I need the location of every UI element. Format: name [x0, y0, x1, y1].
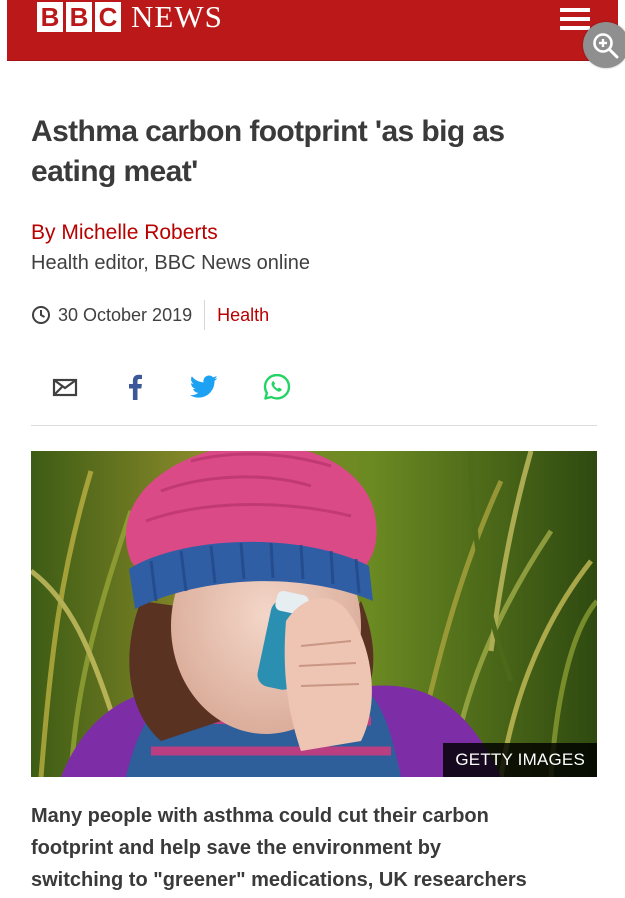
- publish-date: 30 October 2019: [58, 304, 193, 325]
- email-icon: [52, 378, 78, 397]
- logo-block-c: C: [95, 2, 121, 32]
- logo-block-b2: B: [66, 2, 92, 32]
- byline-author: By Michelle Roberts: [31, 221, 218, 244]
- zoom-in-button[interactable]: [583, 22, 625, 68]
- zoom-in-icon: [593, 33, 619, 59]
- share-bar: [50, 372, 292, 402]
- section-divider: [31, 425, 597, 426]
- share-email-button[interactable]: [50, 372, 80, 402]
- meta-divider: [204, 300, 206, 330]
- clock-icon: [32, 306, 50, 324]
- article-hero-image[interactable]: GETTY IMAGES: [31, 451, 597, 777]
- bbc-logo[interactable]: B B C: [37, 2, 121, 32]
- article-headline: Asthma carbon footprint 'as big as eatin…: [31, 115, 505, 188]
- share-facebook-button[interactable]: [120, 372, 150, 402]
- facebook-icon: [129, 374, 142, 400]
- article-meta: 30 October 2019 Health: [31, 300, 269, 330]
- news-wordmark[interactable]: NEWS: [131, 0, 223, 34]
- logo-block-b1: B: [37, 2, 63, 32]
- share-whatsapp-button[interactable]: [262, 372, 292, 402]
- site-header: B B C NEWS: [7, 0, 618, 61]
- hamburger-menu-icon[interactable]: [560, 8, 590, 30]
- child-with-inhaler-photo: [31, 451, 597, 777]
- image-credit: GETTY IMAGES: [443, 743, 597, 777]
- article-intro: Many people with asthma could cut their …: [31, 805, 527, 891]
- twitter-icon: [190, 375, 218, 398]
- byline-role: Health editor, BBC News online: [31, 252, 311, 274]
- whatsapp-icon: [263, 373, 291, 400]
- category-link-health[interactable]: Health: [217, 305, 269, 326]
- share-twitter-button[interactable]: [189, 372, 219, 402]
